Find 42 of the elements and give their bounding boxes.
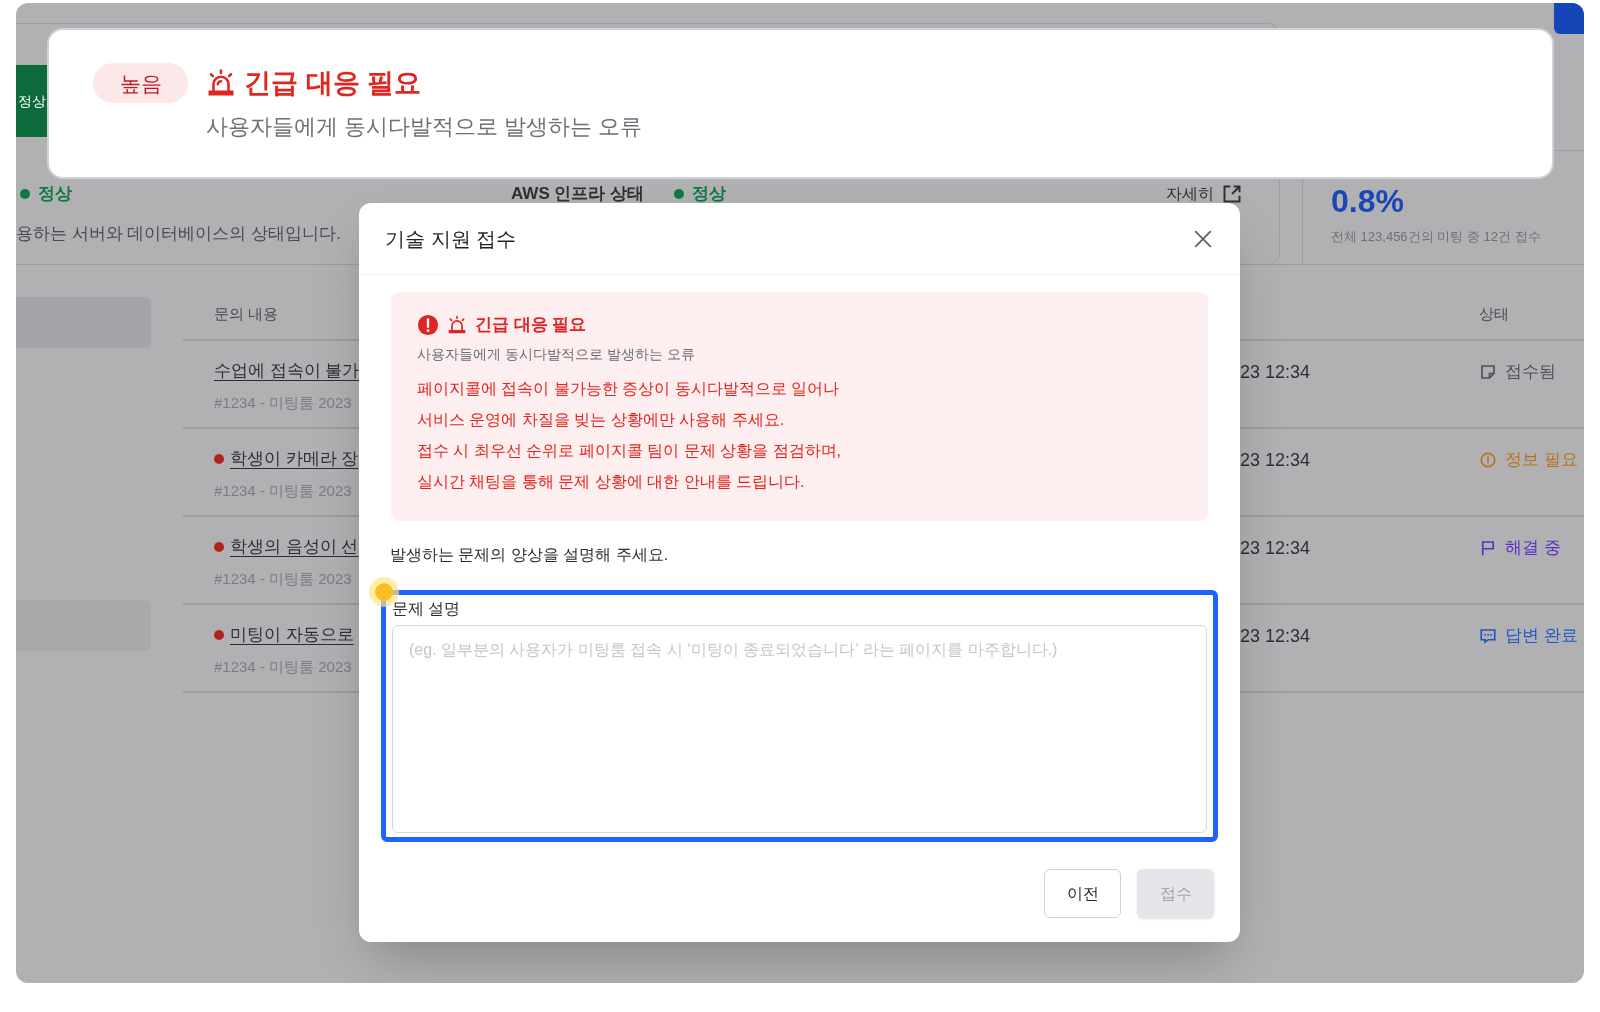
service-description: 용하는 서버와 데이터베이스의 상태입니다. bbox=[16, 222, 341, 245]
inquiry-time: 23 12:34 bbox=[1240, 362, 1311, 382]
banner-title: 긴급 대응 필요 bbox=[244, 67, 421, 100]
inquiry-time: 23 12:34 bbox=[1240, 538, 1311, 558]
status-label: 답변 완료 bbox=[1505, 625, 1578, 647]
inquiry-time: 23 12:34 bbox=[1240, 450, 1311, 470]
alarm-icon bbox=[206, 68, 236, 99]
status-tab[interactable]: 정상 bbox=[16, 65, 47, 137]
prompt-text: 발생하는 문제의 양상을 설명해 주세요. bbox=[390, 545, 670, 565]
status-text: 정상 bbox=[692, 183, 727, 205]
inquiry-link[interactable]: 수업에 접속이 불가 bbox=[214, 358, 359, 384]
inquiry-time: 23 12:34 bbox=[1240, 626, 1311, 646]
inquiry-link[interactable]: 학생이 카메라 장 bbox=[230, 446, 359, 472]
warning-icon bbox=[1479, 450, 1497, 469]
previous-button[interactable]: 이전 bbox=[1044, 869, 1121, 918]
inquiry-link[interactable]: 학생의 음성이 선 bbox=[230, 534, 359, 560]
note-icon bbox=[1479, 362, 1497, 381]
rate-caption: 전체 123,456건의 미팅 중 12건 접수 bbox=[1331, 228, 1542, 246]
external-link-icon bbox=[1222, 183, 1242, 204]
status-label: 정보 필요 bbox=[1505, 449, 1578, 471]
corner-button[interactable] bbox=[1554, 3, 1584, 34]
banner-subtitle: 사용자들에게 동시다발적으로 발생하는 오류 bbox=[206, 112, 644, 141]
exclamation-icon bbox=[417, 313, 439, 336]
priority-badge: 높음 bbox=[93, 63, 188, 104]
column-header: 상태 bbox=[1479, 305, 1509, 322]
flag-icon bbox=[1479, 538, 1497, 557]
dialog-title: 기술 지원 접수 bbox=[385, 226, 517, 252]
alert-subtitle: 사용자들에게 동시다발적으로 발생하는 오류 bbox=[417, 344, 696, 364]
column-header: 문의 내용 bbox=[214, 305, 279, 322]
field-label: 문제 설명 bbox=[392, 599, 462, 619]
alarm-icon bbox=[447, 314, 467, 335]
chat-icon bbox=[1479, 626, 1497, 645]
description-field[interactable]: (eg. 일부분의 사용자가 미팅룸 접속 시 ‘미팅이 종료되었습니다’ 라는 페이지를 마주합니다.) bbox=[392, 625, 1207, 833]
details-link[interactable]: 자세히 bbox=[1166, 181, 1242, 206]
inquiry-link[interactable]: 미팅이 자동으로 bbox=[230, 622, 354, 648]
status-label: 해결 중 bbox=[1505, 537, 1561, 559]
status-label: 접수됨 bbox=[1505, 361, 1556, 383]
alert-message: 페이지콜에 접속이 불가능한 증상이 동시다발적으로 일어나 서비스 운영에 차질을 빚는 상황에만 사용해 주세요. 접수 시 최우선 순위로 페이지콜 팀이 문제 상황을 점검하며, 실시간 채팅을 통해 문제 상황에 대한 안내를 드립니다. bbox=[417, 378, 842, 492]
status-text: 정상 bbox=[38, 183, 72, 205]
rate-value: 0.8% bbox=[1331, 185, 1405, 217]
aws-label: AWS 인프라 상태 bbox=[511, 183, 645, 205]
alert-title: 긴급 대응 필요 bbox=[475, 314, 587, 336]
